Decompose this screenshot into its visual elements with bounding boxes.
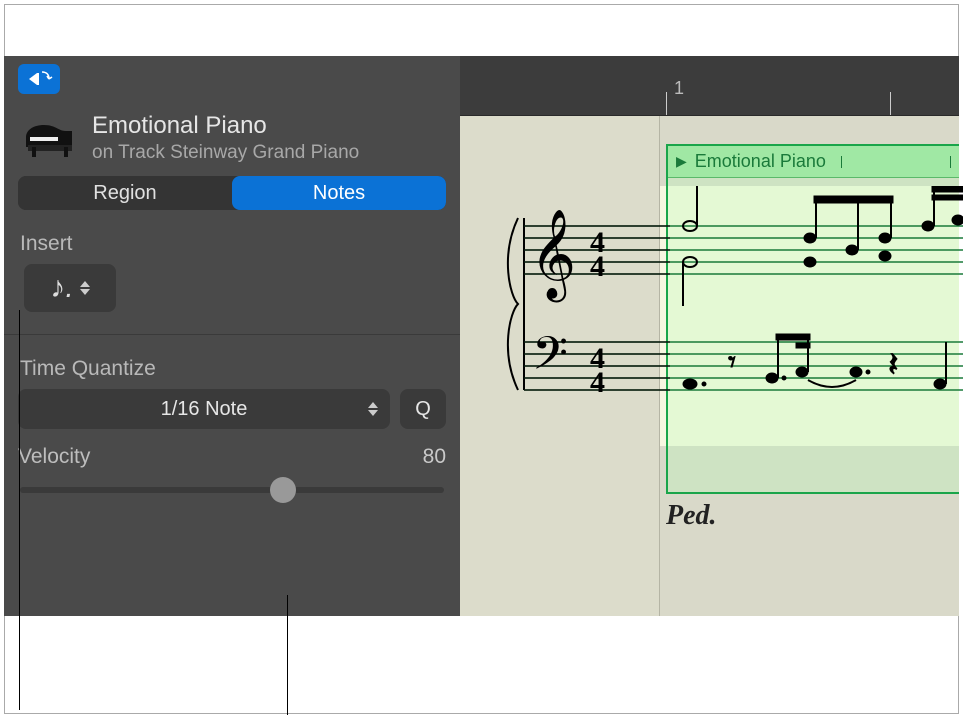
time-quantize-value: 1/16 Note — [161, 398, 248, 421]
velocity-value: 80 — [423, 445, 446, 469]
play-icon: ▶ — [676, 153, 687, 170]
velocity-slider[interactable] — [20, 487, 444, 493]
callout-line — [287, 595, 288, 715]
stepper-icon — [80, 281, 90, 295]
region-tick — [950, 156, 951, 168]
quantize-button[interactable]: Q — [400, 389, 446, 429]
ruler[interactable]: 1 — [460, 56, 959, 116]
region-tick — [841, 156, 842, 168]
svg-text:4: 4 — [590, 250, 605, 283]
region-name: Emotional Piano — [695, 151, 826, 172]
region-header-row: Emotional Piano on Track Steinway Grand … — [22, 112, 446, 164]
insert-label: Insert — [20, 232, 446, 256]
tab-notes[interactable]: Notes — [232, 176, 446, 210]
stepper-icon — [368, 402, 378, 416]
catch-playhead-icon — [25, 69, 53, 89]
time-quantize-select[interactable]: 1/16 Note — [18, 389, 390, 429]
catch-playhead-button[interactable] — [18, 64, 60, 94]
svg-text:𝄽: 𝄽 — [888, 347, 898, 384]
insert-note-value-popup[interactable]: ♪. — [24, 264, 116, 312]
pedal-marking: Ped. — [666, 500, 717, 532]
callout-line — [19, 310, 20, 710]
ruler-bar-number: 1 — [674, 78, 684, 99]
tab-region[interactable]: Region — [18, 176, 232, 210]
ruler-tick — [666, 92, 667, 115]
divider — [4, 334, 460, 335]
instrument-icon — [22, 117, 78, 159]
score-editor[interactable]: 1 ▶ Emotional Piano — [460, 56, 959, 616]
inspector-panel: Emotional Piano on Track Steinway Grand … — [4, 56, 460, 616]
region-title: Emotional Piano — [92, 112, 359, 140]
bass-clef-icon: 𝄢 — [532, 329, 568, 391]
svg-text:4: 4 — [590, 366, 605, 399]
treble-clef-icon: 𝄞 — [530, 210, 576, 303]
region-subtitle: on Track Steinway Grand Piano — [92, 142, 359, 164]
region-header[interactable]: ▶ Emotional Piano — [668, 146, 959, 178]
note-glyph-icon: ♪. — [50, 271, 73, 305]
time-quantize-label: Time Quantize — [20, 357, 446, 381]
ruler-tick — [890, 92, 891, 115]
velocity-slider-thumb[interactable] — [270, 477, 296, 503]
score-notation[interactable]: 𝄞 𝄢 4 4 4 4 — [480, 186, 963, 496]
velocity-label: Velocity — [18, 445, 90, 469]
inspector-tabs: Region Notes — [18, 176, 446, 210]
svg-text:𝄾: 𝄾 — [728, 346, 736, 379]
